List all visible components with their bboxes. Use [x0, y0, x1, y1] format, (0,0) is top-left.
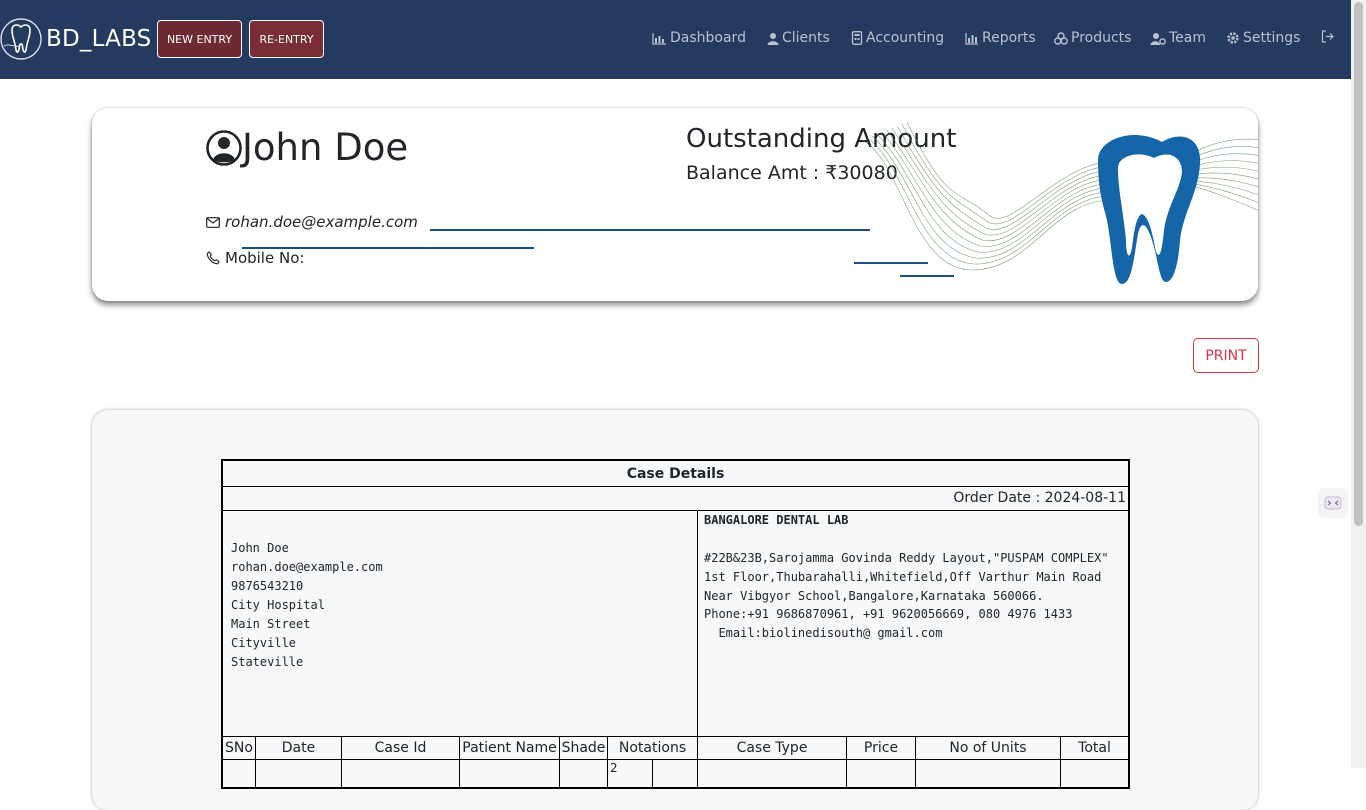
table-cell	[560, 759, 608, 789]
case-details-table: Case Details Order Date : 2024-08-11 Joh…	[221, 459, 1130, 789]
col-notations: Notations	[608, 737, 698, 759]
user-gear-icon	[1150, 32, 1166, 45]
nav-products-label: Products	[1071, 30, 1132, 46]
nav-team-label: Team	[1169, 30, 1207, 46]
nav-settings-label: Settings	[1243, 30, 1301, 46]
table-header-row: SNo Date Case Id Patient Name Shade Nota…	[223, 736, 1128, 760]
client-address-line: rohan.doe@example.com	[231, 560, 383, 574]
nav-menu: Dashboard Clients Accounting Reports Pro…	[0, 0, 1351, 79]
client-email: rohan.doe@example.com	[206, 213, 418, 231]
col-date: Date	[256, 737, 342, 759]
page-scrollbar[interactable]	[1351, 0, 1366, 768]
table-cell	[698, 759, 847, 789]
table-cell: 2	[608, 759, 653, 789]
client-address-line: Stateville	[231, 655, 304, 669]
lab-address-line: #22B&23B,Sarojamma Govinda Reddy Layout,…	[704, 551, 1109, 565]
lab-address-line: 1st Floor,Thubarahalli,Whitefield,Off Va…	[704, 570, 1102, 584]
nav-reports[interactable]: Reports	[965, 30, 1036, 46]
col-sno: SNo	[223, 737, 256, 759]
boxes-icon	[1054, 31, 1068, 45]
lab-address-line: Phone:+91 9686870961, +91 9620056669, 08…	[704, 607, 1073, 621]
table-cell	[653, 759, 698, 789]
table-cell	[223, 759, 256, 789]
tooth-wave-illustration	[862, 121, 1258, 284]
lab-email-line: Email:biolinedisouth@ gmail.com	[704, 626, 943, 640]
client-profile-card: John Doe rohan.doe@example.com Mobile No…	[92, 108, 1258, 301]
case-details-title: Case Details	[223, 461, 1128, 487]
dashboard-icon	[652, 32, 666, 45]
table-row: 2	[223, 759, 1128, 789]
col-total: Total	[1078, 740, 1111, 756]
col-patient-name: Patient Name	[460, 737, 560, 759]
nav-clients[interactable]: Clients	[767, 30, 830, 46]
nav-products[interactable]: Products	[1054, 30, 1131, 46]
client-name-text: John Doe	[242, 126, 409, 169]
lab-name: BANGALORE DENTAL LAB	[704, 513, 849, 527]
col-case-type: Case Type	[698, 737, 847, 759]
client-email-text: rohan.doe@example.com	[225, 213, 418, 231]
nav-accounting-label: Accounting	[866, 30, 945, 46]
client-address-block: John Doe rohan.doe@example.com 987654321…	[223, 511, 698, 736]
table-cell	[460, 759, 560, 789]
col-no-of-units: No of Units	[916, 737, 1061, 759]
scrollbar-thumb[interactable]	[1354, 2, 1363, 526]
top-navbar: BD_LABS NEW ENTRY RE-ENTRY Dashboard Cli…	[0, 0, 1351, 79]
table-cell	[1061, 759, 1128, 789]
client-address-line: City Hospital	[231, 598, 325, 612]
lab-address-block: BANGALORE DENTAL LAB #22B&23B,Sarojamma …	[698, 511, 1128, 736]
user-icon	[767, 32, 779, 45]
client-mobile: Mobile No:	[206, 249, 304, 267]
table-cell	[342, 759, 460, 789]
col-price: Price	[847, 737, 916, 759]
decor-line	[430, 229, 870, 231]
nav-clients-label: Clients	[782, 30, 830, 46]
logout-icon	[1321, 30, 1334, 43]
nav-team[interactable]: Team	[1150, 30, 1206, 46]
client-address-line: 9876543210	[231, 579, 304, 593]
nav-accounting[interactable]: Accounting	[851, 30, 944, 46]
client-address-line: Cityville	[231, 636, 297, 650]
phone-icon	[206, 251, 220, 265]
user-circle-icon	[206, 129, 242, 166]
client-mobile-label: Mobile No:	[225, 249, 305, 267]
envelope-icon	[206, 216, 220, 228]
table-cell	[256, 759, 342, 789]
nav-dashboard[interactable]: Dashboard	[652, 30, 746, 46]
calculator-icon	[851, 31, 863, 45]
col-shade: Shade	[560, 737, 608, 759]
assistant-face-icon	[1324, 496, 1342, 510]
floating-assistant-icon[interactable]	[1318, 488, 1348, 518]
client-address-line: John Doe	[231, 541, 289, 555]
nav-reports-label: Reports	[982, 30, 1036, 46]
bar-chart-icon	[965, 32, 978, 45]
gear-icon	[1227, 32, 1239, 44]
nav-settings[interactable]: Settings	[1226, 30, 1300, 46]
logout-button[interactable]	[1321, 30, 1338, 43]
client-name: John Doe	[206, 126, 408, 169]
order-date-text: Order Date : 2024-08-11	[953, 490, 1126, 506]
table-cell	[847, 759, 916, 789]
client-address-line: Main Street	[231, 617, 311, 631]
nav-dashboard-label: Dashboard	[670, 30, 746, 46]
print-button[interactable]: PRINT	[1193, 338, 1259, 373]
lab-address-line: Near Vibgyor School,Bangalore,Karnataka …	[704, 589, 1044, 603]
order-date: Order Date : 2024-08-11	[223, 486, 1128, 511]
table-cell	[916, 759, 1061, 789]
col-case-id: Case Id	[342, 737, 460, 759]
notation-value: 2	[610, 761, 618, 775]
decor-line	[242, 247, 534, 249]
